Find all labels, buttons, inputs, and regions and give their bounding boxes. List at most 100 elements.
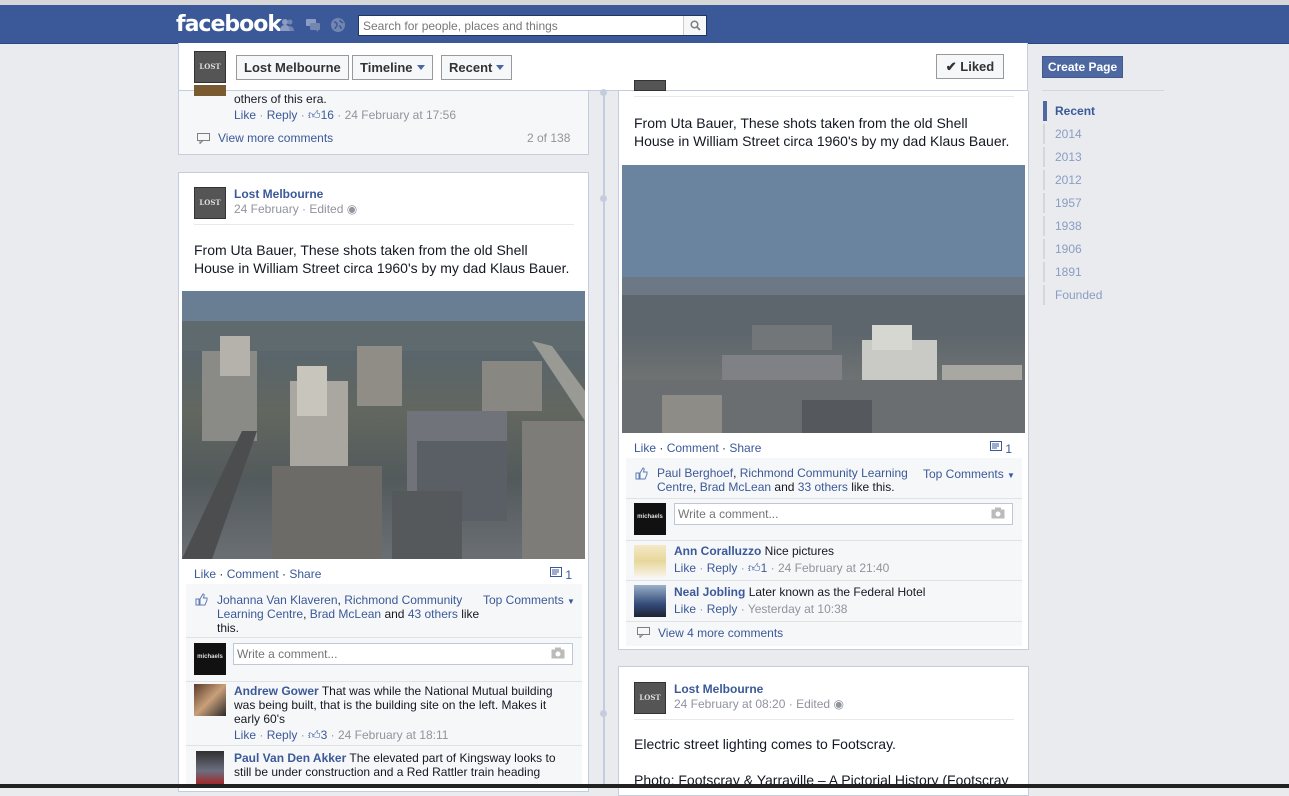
friend-requests-icon[interactable] xyxy=(279,17,295,33)
commenter-avatar[interactable] xyxy=(196,751,224,784)
globe-icon[interactable]: ◉ xyxy=(833,697,843,711)
recent-dropdown[interactable]: Recent xyxy=(441,55,513,80)
liker-link[interactable]: Centre xyxy=(657,480,693,494)
comment-link[interactable]: Comment xyxy=(667,441,719,455)
post-actions: Like · Comment · Share xyxy=(634,441,762,455)
post-date[interactable]: 24 February xyxy=(234,202,299,216)
comment-like-link[interactable]: Like xyxy=(674,561,696,575)
liker-link[interactable]: Brad McLean xyxy=(310,607,381,621)
author-avatar[interactable] xyxy=(634,80,666,91)
commenter-avatar[interactable] xyxy=(634,585,666,617)
top-comments-dropdown[interactable]: Top Comments ▼ xyxy=(923,467,1015,481)
comment-reply-link[interactable]: Reply xyxy=(267,728,298,742)
like-link[interactable]: Like xyxy=(634,441,656,455)
edited-link[interactable]: Edited xyxy=(309,202,343,216)
camera-icon[interactable] xyxy=(991,507,1005,522)
comment-likes-count[interactable]: 3 xyxy=(321,728,328,742)
comment-text: That was while the National Mutual build… xyxy=(321,684,553,698)
liker-link[interactable]: Brad McLean xyxy=(700,480,771,494)
comment-box[interactable] xyxy=(233,643,573,665)
search-box[interactable] xyxy=(358,15,707,36)
search-input[interactable] xyxy=(359,16,688,35)
viewer-avatar[interactable]: michaels xyxy=(634,503,666,535)
commenter-avatar[interactable] xyxy=(194,684,226,716)
chevron-down-icon xyxy=(496,65,505,71)
timeline-dot xyxy=(600,89,607,96)
edited-link[interactable]: Edited xyxy=(796,697,830,711)
liker-link[interactable]: Johanna Van Klaveren xyxy=(217,593,338,607)
post-author[interactable]: Lost Melbourne xyxy=(674,682,763,696)
year-item-2014[interactable]: 2014 xyxy=(1043,124,1123,144)
post-photo[interactable] xyxy=(182,291,585,559)
page-name-button[interactable]: Lost Melbourne xyxy=(236,55,349,80)
view-more-comments-link[interactable]: View more comments xyxy=(218,131,333,145)
comment-like-link[interactable]: Like xyxy=(234,108,256,122)
likers-others-link[interactable]: 33 others xyxy=(798,480,848,494)
liker-link[interactable]: Richmond Community Learning xyxy=(740,466,908,480)
globe-icon[interactable]: ◉ xyxy=(347,202,357,216)
comment-link[interactable]: Comment xyxy=(227,567,279,581)
top-comments-dropdown[interactable]: Top Comments ▼ xyxy=(483,593,575,607)
comment-likes-count[interactable]: 16 xyxy=(321,108,334,122)
post-photo[interactable] xyxy=(622,165,1025,433)
commenter-name[interactable]: Ann Coralluzzo xyxy=(674,544,761,558)
author-avatar[interactable]: LOST xyxy=(194,187,226,219)
year-item-founded[interactable]: Founded xyxy=(1043,285,1123,305)
comment-box[interactable] xyxy=(674,503,1013,525)
liked-button[interactable]: ✔ Liked xyxy=(936,54,1004,79)
timeline-dropdown[interactable]: Timeline xyxy=(352,55,433,80)
comment-input[interactable] xyxy=(678,505,978,523)
comment-like-link[interactable]: Like xyxy=(674,602,696,616)
commenter-avatar[interactable] xyxy=(194,85,226,96)
comment-time[interactable]: 24 February at 17:56 xyxy=(345,108,456,122)
comment-reply-link[interactable]: Reply xyxy=(707,602,738,616)
year-item-recent[interactable]: Recent xyxy=(1043,101,1123,121)
viewer-avatar[interactable]: michaels xyxy=(194,643,226,675)
camera-icon[interactable] xyxy=(551,647,565,662)
liker-link[interactable]: Richmond Community xyxy=(344,593,462,607)
comment-count[interactable]: 1 xyxy=(990,441,1012,456)
thumbs-up-icon[interactable]: 👍︎ xyxy=(308,108,321,122)
year-item-2013[interactable]: 2013 xyxy=(1043,147,1123,167)
share-link[interactable]: Share xyxy=(729,441,761,455)
thumbs-up-icon[interactable]: 👍︎ xyxy=(308,728,321,742)
comment-likes-count[interactable]: 1 xyxy=(761,561,768,575)
timeline-dot xyxy=(600,195,607,202)
page-thumbnail[interactable]: LOST xyxy=(194,51,226,83)
post-date[interactable]: 24 February at 08:20 xyxy=(674,697,785,711)
comment-input[interactable] xyxy=(237,645,537,663)
commenter-name[interactable]: Paul Van Den Akker xyxy=(234,751,346,765)
divider xyxy=(626,498,1022,499)
messages-icon[interactable] xyxy=(305,17,321,33)
author-avatar[interactable]: LOST xyxy=(634,682,666,714)
year-item-1957[interactable]: 1957 xyxy=(1043,193,1123,213)
year-item-1938[interactable]: 1938 xyxy=(1043,216,1123,236)
post-author[interactable]: Lost Melbourne xyxy=(234,187,323,201)
view-more-comments-link[interactable]: View 4 more comments xyxy=(658,626,783,640)
comment-time[interactable]: Yesterday at 10:38 xyxy=(748,602,848,616)
commenter-name[interactable]: Neal Jobling xyxy=(674,585,745,599)
year-item-2012[interactable]: 2012 xyxy=(1043,170,1123,190)
year-item-1891[interactable]: 1891 xyxy=(1043,262,1123,282)
notifications-globe-icon[interactable] xyxy=(330,17,346,33)
thumbs-up-icon[interactable]: 👍︎ xyxy=(748,561,761,575)
like-link[interactable]: Like xyxy=(194,567,216,581)
facebook-logo[interactable]: facebook xyxy=(176,12,282,37)
comment-like-link[interactable]: Like xyxy=(234,728,256,742)
divider xyxy=(186,745,582,746)
comment-count[interactable]: 1 xyxy=(550,567,572,582)
liker-link[interactable]: Paul Berghoef xyxy=(657,466,733,480)
liker-link[interactable]: Learning Centre xyxy=(217,607,303,621)
comment-time[interactable]: 24 February at 21:40 xyxy=(778,561,889,575)
comment-reply-link[interactable]: Reply xyxy=(707,561,738,575)
commenter-name[interactable]: Andrew Gower xyxy=(234,684,319,698)
likers-others-link[interactable]: 43 others xyxy=(408,607,458,621)
create-page-button[interactable]: Create Page xyxy=(1042,56,1123,78)
share-link[interactable]: Share xyxy=(289,567,321,581)
comment-time[interactable]: 24 February at 18:11 xyxy=(338,728,449,742)
search-button[interactable] xyxy=(683,16,706,35)
comment-reply-link[interactable]: Reply xyxy=(267,108,298,122)
comment-bubble-icon xyxy=(637,627,650,641)
commenter-avatar[interactable] xyxy=(634,545,666,577)
year-item-1906[interactable]: 1906 xyxy=(1043,239,1123,259)
